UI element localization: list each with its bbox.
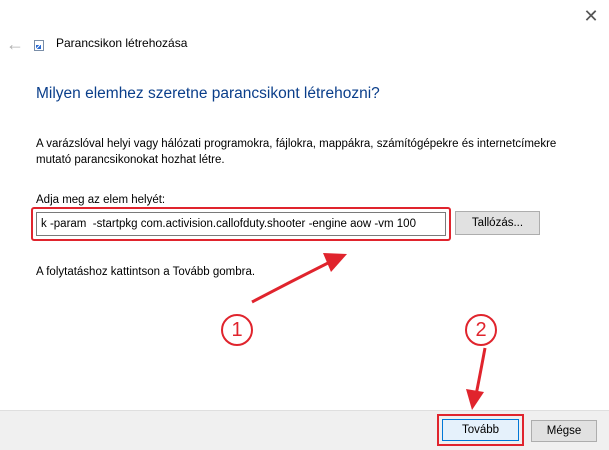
annotation-marker-2: 2 [465, 314, 497, 346]
next-button[interactable]: Tovább [442, 419, 519, 441]
location-label: Adja meg az elem helyét: [36, 194, 166, 206]
back-arrow-icon[interactable]: ← [6, 35, 24, 53]
page-heading: Milyen elemhez szeretne parancsikont lét… [36, 85, 380, 102]
location-input[interactable] [36, 212, 446, 236]
wizard-description: A varázslóval helyi vagy hálózati progra… [36, 138, 557, 166]
annotation-arrow-1 [251, 253, 347, 304]
annotation-marker-1: 1 [221, 314, 253, 346]
shortcut-icon [34, 40, 44, 51]
window-title: Parancsikon létrehozása [56, 36, 188, 50]
hint-text: A folytatáshoz kattintson a Tovább gombr… [36, 266, 256, 278]
next-button-highlight: Tovább [437, 414, 524, 446]
annotation-arrow-2 [466, 347, 487, 410]
location-input-highlight [31, 207, 451, 241]
browse-button[interactable]: Tallózás... [455, 211, 540, 235]
cancel-button[interactable]: Mégse [531, 420, 597, 442]
close-icon[interactable]: ✕ [581, 6, 601, 26]
